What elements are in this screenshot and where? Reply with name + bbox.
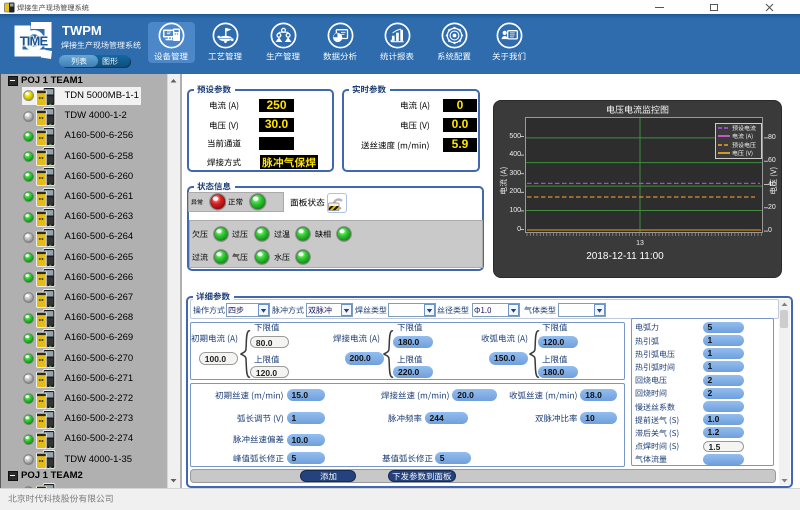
svg-text:TIME: TIME: [20, 34, 49, 49]
